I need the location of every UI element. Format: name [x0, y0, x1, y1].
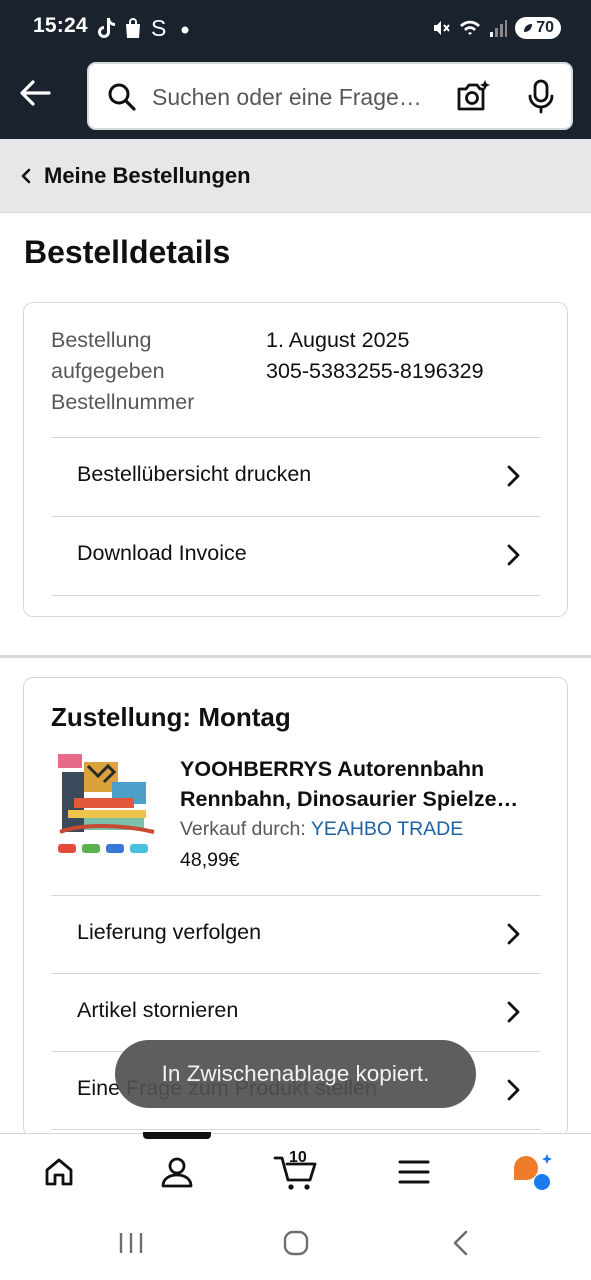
page-title: Bestelldetails [24, 234, 231, 270]
system-nav-bar [0, 1207, 591, 1280]
order-number-value: 305-5383255-8196329 [266, 359, 484, 383]
cancel-item-label: Artikel stornieren [77, 998, 239, 1022]
clipboard-toast: In Zwischenablage kopiert. [115, 1040, 476, 1108]
nav-rufus[interactable] [507, 1148, 557, 1196]
seller-link[interactable]: YEAHBO TRADE [311, 818, 463, 840]
account-icon [161, 1157, 193, 1188]
track-delivery-row[interactable]: Lieferung verfolgen [51, 895, 541, 973]
section-divider [0, 655, 591, 658]
seller-prefix: Verkauf durch: [180, 818, 311, 840]
order-number-label: Bestellnummer [51, 390, 195, 414]
product-title-line1: YOOHBERRYS Autorennbahn [180, 757, 485, 781]
search-icon [108, 83, 136, 111]
order-placed-label: Bestellung aufgegeben [51, 328, 165, 383]
print-summary-row[interactable]: Bestellübersicht drucken [51, 437, 541, 515]
recent-apps-icon[interactable] [118, 1231, 144, 1255]
back-arrow-icon[interactable] [18, 76, 52, 110]
chevron-right-icon [507, 1079, 520, 1101]
order-placed-value: 1. August 2025 [266, 328, 410, 352]
product-title[interactable]: YOOHBERRYS Autorennbahn Rennbahn, Dinosa… [180, 754, 550, 814]
svg-text:S: S [151, 16, 166, 40]
chevron-right-icon [507, 465, 520, 487]
search-input[interactable]: Suchen oder eine Frage… [152, 84, 422, 111]
product-image[interactable] [54, 752, 158, 860]
home-icon [45, 1158, 73, 1186]
nav-selected-indicator [143, 1132, 211, 1139]
cart-count: 10 [289, 1149, 307, 1166]
shopping-bag-icon [126, 18, 140, 38]
chevron-right-icon [507, 923, 520, 945]
order-values: 1. August 2025 305-5383255-8196329 [266, 325, 484, 387]
card-divider [51, 1129, 541, 1130]
search-bar[interactable]: Suchen oder eine Frage… [87, 62, 573, 130]
download-invoice-label: Download Invoice [77, 541, 247, 565]
wifi-icon [460, 20, 481, 35]
chevron-right-icon [507, 544, 520, 566]
nav-home[interactable] [34, 1148, 84, 1196]
status-right-icons: 70 [431, 14, 561, 42]
signal-icon [490, 20, 508, 37]
order-info-card: Bestellung aufgegeben Bestellnummer 1. A… [23, 302, 568, 617]
battery-saver-icon [524, 24, 533, 32]
system-back-icon[interactable] [450, 1229, 472, 1257]
seller-info: Verkauf durch: YEAHBO TRADE [180, 818, 463, 841]
status-bar: 15:24 S 70 [0, 0, 591, 56]
chevron-left-icon [21, 168, 31, 184]
delivery-title: Zustellung: Montag [51, 702, 291, 732]
track-delivery-label: Lieferung verfolgen [77, 920, 262, 944]
status-left-icons: S [96, 14, 193, 42]
nav-cart[interactable]: 10 [268, 1148, 324, 1196]
nav-account[interactable] [152, 1148, 202, 1196]
chevron-right-icon [507, 1001, 520, 1023]
breadcrumb-label[interactable]: Meine Bestellungen [44, 163, 251, 189]
mute-icon [434, 21, 450, 35]
breadcrumb[interactable]: Meine Bestellungen [0, 139, 591, 213]
menu-icon [398, 1160, 430, 1184]
tiktok-icon [98, 18, 115, 38]
battery-level: 70 [536, 19, 554, 36]
card-divider [51, 595, 541, 596]
s-icon: S [151, 16, 166, 40]
dot-icon [181, 26, 189, 34]
print-summary-label: Bestellübersicht drucken [77, 462, 312, 486]
nav-menu[interactable] [389, 1148, 439, 1196]
status-time: 15:24 [33, 14, 88, 37]
top-header: 15:24 S 70 Suchen oder eine Frage… [0, 0, 591, 139]
download-invoice-row[interactable]: Download Invoice [51, 516, 541, 594]
rufus-icon [514, 1154, 552, 1190]
mic-icon[interactable] [525, 79, 557, 115]
battery-indicator: 70 [515, 17, 561, 39]
product-price: 48,99€ [180, 849, 240, 871]
order-labels: Bestellung aufgegeben Bestellnummer [51, 325, 251, 418]
camera-icon[interactable] [455, 79, 491, 115]
product-title-line2: Rennbahn, Dinosaurier Spielze… [180, 787, 519, 811]
home-button-icon[interactable] [282, 1229, 310, 1257]
bottom-nav: 10 [0, 1132, 591, 1207]
